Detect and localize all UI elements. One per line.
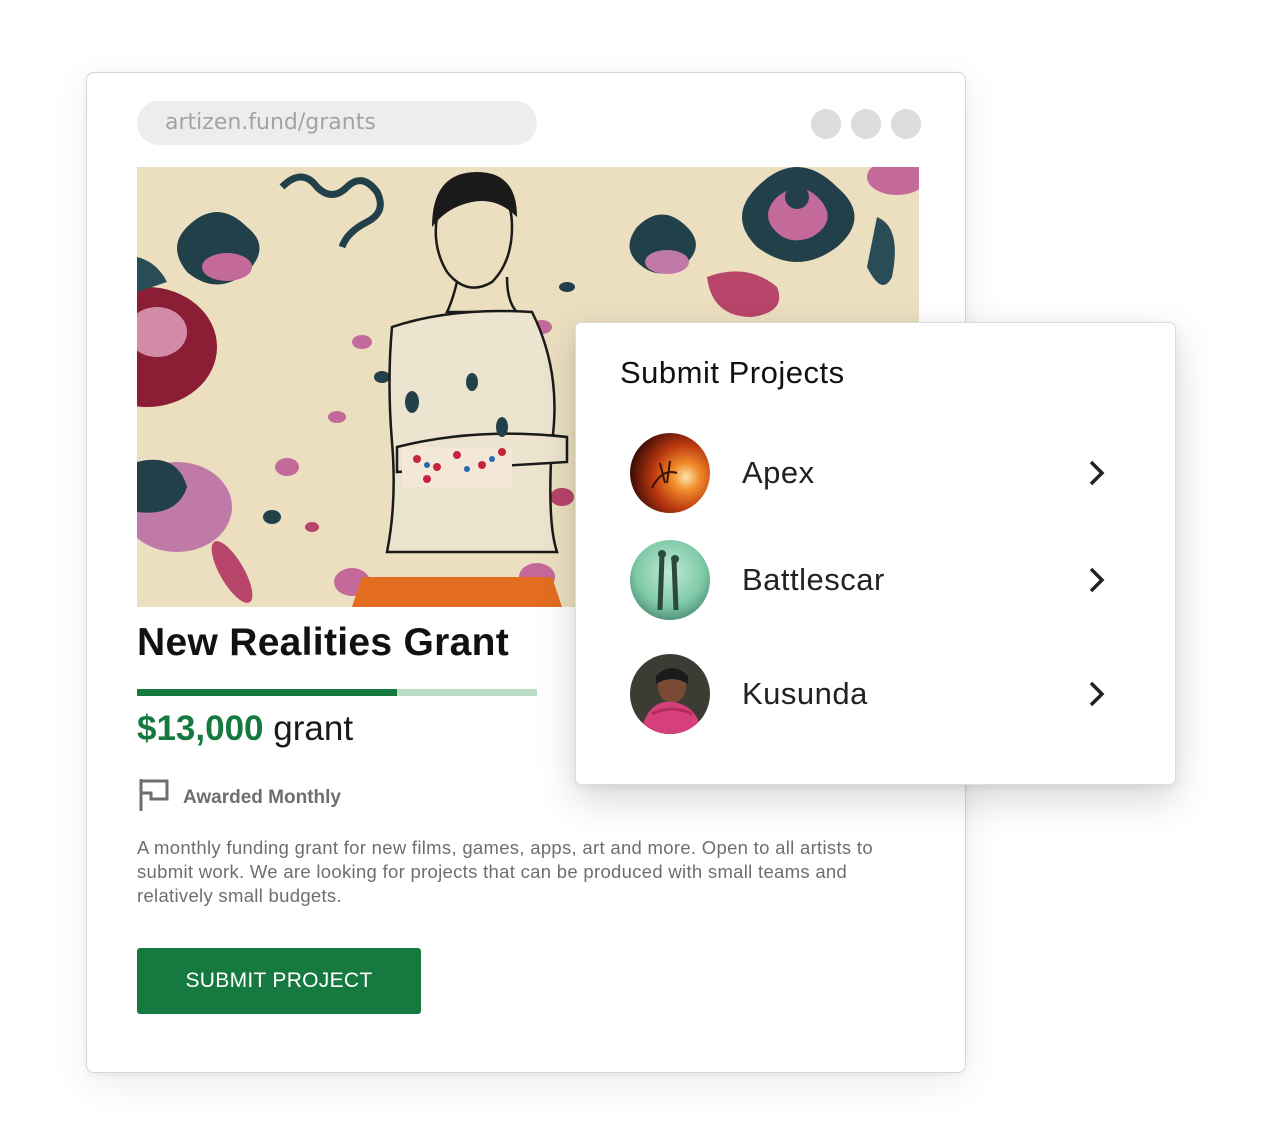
chevron-right-icon <box>1086 566 1108 599</box>
award-frequency-label: Awarded Monthly <box>183 786 341 808</box>
chevron-right-icon <box>1086 459 1108 492</box>
chevron-right-icon <box>1086 680 1108 713</box>
window-control-dot[interactable] <box>851 109 881 139</box>
window-control-dot[interactable] <box>811 109 841 139</box>
flag-icon <box>137 777 171 818</box>
window-control-dot[interactable] <box>891 109 921 139</box>
funding-progress-bar <box>137 689 537 696</box>
project-name: Apex <box>742 455 815 490</box>
award-frequency: Awarded Monthly <box>137 777 341 818</box>
project-thumbnail <box>630 654 710 734</box>
window-controls <box>811 109 921 139</box>
popup-title: Submit Projects <box>620 355 845 390</box>
submit-projects-popup: Submit Projects Apex Battlescar Kusunda <box>575 322 1176 785</box>
project-item-battlescar[interactable]: Battlescar <box>630 540 1130 620</box>
stage: artizen.fund/grants New Realities Grant … <box>0 0 1280 1144</box>
project-name: Kusunda <box>742 676 868 711</box>
url-bar[interactable]: artizen.fund/grants <box>137 101 537 145</box>
submit-project-button[interactable]: SUBMIT PROJECT <box>137 948 421 1014</box>
project-item-kusunda[interactable]: Kusunda <box>630 654 1130 734</box>
project-name: Battlescar <box>742 562 885 597</box>
grant-amount-row: $13,000 grant <box>137 709 353 749</box>
grant-description: A monthly funding grant for new films, g… <box>137 837 873 906</box>
grant-title: New Realities Grant <box>137 621 509 664</box>
project-thumbnail <box>630 540 710 620</box>
funding-progress-fill <box>137 689 397 696</box>
grant-amount-suffix: grant <box>273 709 354 748</box>
grant-amount: $13,000 <box>137 709 264 748</box>
project-item-apex[interactable]: Apex <box>630 433 1130 513</box>
project-thumbnail <box>630 433 710 513</box>
